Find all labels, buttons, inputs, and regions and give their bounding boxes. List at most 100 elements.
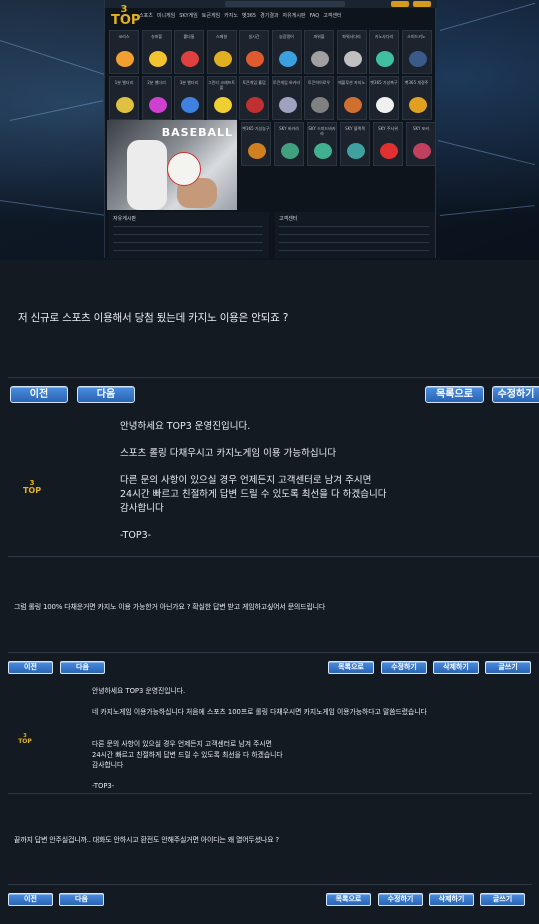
answer-line [120, 515, 387, 529]
answer-line [92, 771, 427, 782]
game-icon [116, 97, 134, 113]
answer-line: 다른 문의 사항이 있으실 경우 언제든지 고객센터로 남겨 주시면 [92, 739, 272, 748]
game-icon [408, 97, 427, 113]
embedded-game-tile: 농장랭어 [271, 30, 302, 74]
post3-delete-button[interactable]: 삭제하기 [429, 893, 474, 906]
post2-list-button[interactable]: 목록으로 [328, 661, 374, 674]
game-icon [314, 143, 332, 159]
embedded-game-tile: 벳365 가상축구 [369, 76, 399, 120]
embedded-nav-item: 고객센터 [323, 13, 342, 19]
post2-edit-button[interactable]: 수정하기 [381, 661, 427, 674]
embedded-game-tile: 2분 벨더리 [141, 76, 172, 120]
post3-next-button[interactable]: 다음 [59, 893, 104, 906]
game-icon [246, 51, 264, 67]
post3-write-button[interactable]: 글쓰기 [480, 893, 525, 906]
embedded-game-tile: 토큰하이로우 [304, 76, 334, 120]
game-icon [148, 97, 167, 113]
embedded-support-board: 고객센터 [275, 212, 435, 258]
answer-line: 24시간 빠르고 친절하게 답변 드릴 수 있도록 최선을 다 하겠습니다 [120, 488, 387, 500]
post2-delete-button[interactable]: 삭제하기 [433, 661, 479, 674]
embedded-game-tile: 슈퍼볼 [141, 30, 172, 74]
game-icon [380, 143, 398, 159]
answer-line [92, 728, 427, 739]
game-icon [213, 51, 232, 67]
game-icon [281, 143, 299, 159]
embedded-game-tile: SKY 스피드바카라 [307, 122, 337, 166]
post1-answer-divider [8, 556, 539, 557]
embedded-game-tile: 코리스 [109, 30, 139, 74]
embedded-game-tile: 벳365 개경주 [401, 76, 432, 120]
embedded-game-tile: 그린티 크래프트볼 [206, 76, 237, 120]
post2-next-button[interactable]: 다음 [60, 661, 105, 674]
game-icon [311, 51, 329, 67]
embedded-game-tile: 키노사다리 [369, 30, 399, 74]
post2-prev-button[interactable]: 이전 [8, 661, 53, 674]
answer-line [92, 718, 427, 729]
post1-prev-button[interactable]: 이전 [10, 386, 68, 403]
post1-top3-logo-icon: 3 TOP [22, 479, 42, 495]
post3-question: 끝까지 답변 안주실겁니까.. 대화도 안하시고 환전도 안해주실거면 아이디는… [14, 836, 279, 844]
answer-line [120, 461, 387, 475]
post2-answer-body: 안녕하세요 TOP3 운영진입니다. 네 카지노게임 이용가능하십니다 처음에 … [92, 686, 427, 792]
embedded-game-tile: 3분 벨더리 [174, 76, 204, 120]
embedded-nav-item: 스포츠 [139, 13, 153, 19]
game-icon [278, 97, 297, 113]
post1-list-button[interactable]: 목록으로 [425, 386, 484, 403]
game-icon [181, 97, 199, 113]
embedded-game-tile: SKY 바카라 [274, 122, 304, 166]
answer-line: 스포츠 롤링 다채우시고 카지노게임 이용 가능하십니다 [120, 448, 337, 460]
post1-edit-button[interactable]: 수정하기 [492, 386, 539, 403]
game-icon [343, 51, 362, 67]
site-banner-screenshot: 3 TOP 스포츠 미니게임 SKY게임 토큰게임 카지노 벳365 경기결과 자유게시판 FA… [0, 0, 539, 260]
embedded-game-tile: 1분 벨더리 [109, 76, 139, 120]
embedded-top3-logo: 3 TOP [111, 4, 141, 28]
post1-next-button[interactable]: 다음 [77, 386, 135, 403]
game-icon [181, 51, 199, 67]
embedded-site-page: 3 TOP 스포츠 미니게임 SKY게임 토큰게임 카지노 벳365 경기결과 자유게시판 FA… [104, 0, 437, 258]
answer-line [120, 434, 387, 448]
embedded-game-tile: 에볼루션 카지노 [336, 76, 367, 120]
game-icon [347, 143, 365, 159]
embedded-nav-item: FAQ [309, 13, 320, 19]
answer-line: 안녕하세요 TOP3 운영진입니다. [92, 687, 186, 695]
post1-answer-body: 안녕하세요 TOP3 운영진입니다. 스포츠 롤링 다채우시고 카지노게임 이용… [120, 420, 387, 542]
game-icon [311, 97, 329, 113]
baseball-photo: BASEBALL [107, 120, 237, 210]
game-icon [116, 51, 134, 67]
embedded-game-tile: SKY 포커 [406, 122, 436, 166]
game-icon [278, 51, 297, 67]
embedded-game-tile: 파워사다리 [336, 30, 367, 74]
embedded-game-tile: 룰다툼 [174, 30, 204, 74]
embedded-game-tile: 토큰게임 바카라 [271, 76, 302, 120]
embedded-nav-item: 자유게시판 [282, 13, 306, 19]
game-icon [248, 143, 266, 159]
answer-line: 안녕하세요 TOP3 운영진입니다. [120, 421, 251, 432]
game-icon [408, 51, 427, 67]
answer-line: 감사합니다 [120, 502, 164, 514]
game-icon [213, 97, 232, 113]
embedded-game-tile: 토큰게임 홀덤 [239, 76, 269, 120]
embedded-game-tile: 스페셜 [206, 30, 237, 74]
game-icon [246, 97, 264, 113]
post3-divider [8, 884, 532, 885]
post3-list-button[interactable]: 목록으로 [326, 893, 371, 906]
answer-line: -TOP3- [120, 529, 152, 541]
post3-prev-button[interactable]: 이전 [8, 893, 53, 906]
post2-divider [8, 652, 539, 653]
answer-line: 24시간 빠르고 친절하게 답변 드릴 수 있도록 최선을 다 하겠습니다 [92, 750, 283, 759]
embedded-nav-item: 벳365 [241, 13, 257, 19]
embedded-top-bar [105, 0, 437, 8]
embedded-game-tile: 벳365 가상농구 [241, 122, 271, 166]
answer-line: 감사합니다 [92, 761, 124, 770]
baseball-icon [167, 152, 201, 186]
embedded-nav-item: 미니게임 [156, 13, 176, 19]
game-icon [413, 143, 431, 159]
embedded-nav-item: 카지노 [224, 13, 238, 19]
embedded-game-tile: 파워볼 [304, 30, 334, 74]
post2-answer-divider [8, 793, 532, 794]
embedded-nav-item: 토큰게임 [201, 13, 221, 19]
post2-write-button[interactable]: 글쓰기 [485, 661, 531, 674]
game-icon [343, 97, 362, 113]
post3-edit-button[interactable]: 수정하기 [378, 893, 423, 906]
embedded-game-tile: 실시간 [239, 30, 269, 74]
